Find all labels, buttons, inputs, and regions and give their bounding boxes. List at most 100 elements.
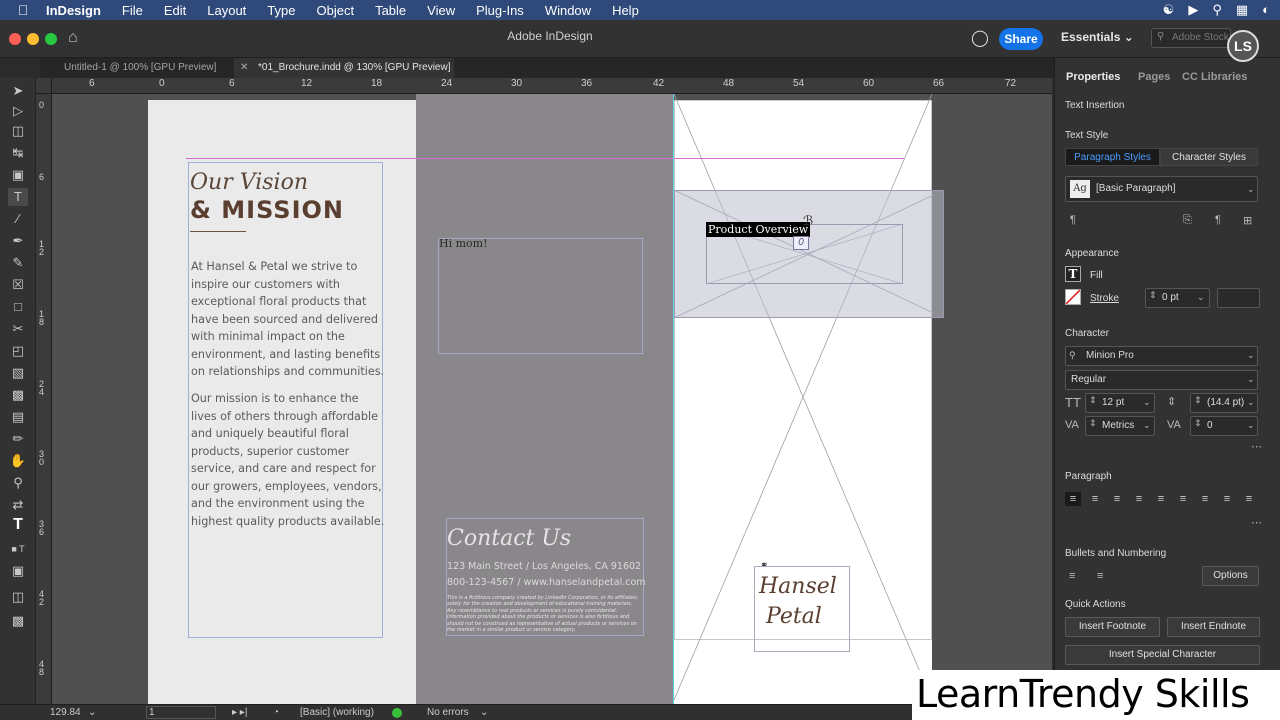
font-style-dropdown[interactable]: Regular bbox=[1065, 370, 1258, 390]
bullets-options-button[interactable]: Options bbox=[1202, 566, 1259, 586]
pen-tool-icon[interactable]: ✒ bbox=[8, 232, 28, 250]
lightbulb-icon[interactable]: ◯ bbox=[971, 28, 989, 48]
link-icon[interactable]: ⚭ bbox=[760, 560, 768, 571]
justify-all-icon[interactable]: ≡ bbox=[1197, 492, 1213, 506]
menu-app-name[interactable]: InDesign bbox=[46, 3, 101, 18]
page-tool-icon[interactable]: ◫ bbox=[8, 122, 28, 140]
formatting-affects-text-icon[interactable]: T bbox=[8, 516, 28, 534]
menu-help[interactable]: Help bbox=[612, 3, 639, 18]
close-tab-icon[interactable]: ✕ bbox=[240, 58, 248, 78]
screen-mode-icon[interactable]: ◫ bbox=[8, 588, 28, 606]
justify-left-icon[interactable]: ≡ bbox=[1131, 492, 1147, 506]
insert-special-character-button[interactable]: Insert Special Character bbox=[1065, 645, 1260, 665]
more-options-icon[interactable]: ⋯ bbox=[1251, 516, 1262, 529]
paragraph-styles-tab[interactable]: Paragraph Styles bbox=[1065, 148, 1160, 166]
stepper-icon[interactable]: ⇕ bbox=[1089, 395, 1097, 406]
hand-tool-icon[interactable]: ✋ bbox=[8, 452, 28, 470]
menu-object[interactable]: Object bbox=[317, 3, 355, 18]
document-canvas[interactable]: Our Vision & MISSION At Hansel & Petal w… bbox=[52, 94, 1052, 704]
gradient-feather-tool-icon[interactable]: ▩ bbox=[8, 386, 28, 404]
free-transform-tool-icon[interactable]: ◰ bbox=[8, 342, 28, 360]
note-tool-icon[interactable]: ▤ bbox=[8, 408, 28, 426]
insert-footnote-button[interactable]: Insert Footnote bbox=[1065, 617, 1160, 637]
chevron-down-icon[interactable]: ⌄ bbox=[1247, 350, 1255, 361]
content-collector-icon[interactable]: ▣ bbox=[8, 166, 28, 184]
chevron-down-icon[interactable]: ⌄ bbox=[1247, 420, 1255, 431]
chevron-down-icon[interactable]: ⌄ bbox=[480, 707, 488, 718]
clear-overrides-icon[interactable]: ¶ bbox=[1215, 214, 1221, 226]
page-nav-icon[interactable]: ▸ ▸| bbox=[232, 707, 247, 718]
chevron-down-icon[interactable]: ⌄ bbox=[1247, 374, 1255, 385]
character-styles-tab[interactable]: Character Styles bbox=[1160, 148, 1258, 166]
stepper-icon[interactable]: ⇕ bbox=[1149, 290, 1157, 301]
search-icon[interactable]: ⚲ bbox=[1212, 2, 1222, 18]
sync-icon[interactable]: ◔ bbox=[273, 707, 279, 718]
gap-tool-icon[interactable]: ↹ bbox=[8, 144, 28, 162]
tab-properties[interactable]: Properties bbox=[1066, 71, 1120, 83]
tab-pages[interactable]: Pages bbox=[1138, 71, 1170, 83]
menu-type[interactable]: Type bbox=[267, 3, 295, 18]
horizontal-ruler[interactable]: 6 0 6 12 18 24 30 36 42 48 54 60 66 72 bbox=[52, 78, 1052, 94]
justify-right-icon[interactable]: ≡ bbox=[1175, 492, 1191, 506]
numbered-list-icon[interactable]: ≡ bbox=[1097, 570, 1103, 582]
rectangle-tool-icon[interactable]: □ bbox=[8, 298, 28, 316]
line-tool-icon[interactable]: ∕ bbox=[8, 210, 28, 228]
chevron-down-icon[interactable]: ⌄ bbox=[88, 707, 96, 718]
font-family-dropdown[interactable]: Minion Pro bbox=[1065, 346, 1258, 366]
stroke-swatch-icon[interactable] bbox=[1065, 289, 1081, 305]
more-options-icon[interactable]: ⋯ bbox=[1251, 440, 1262, 453]
fill-swatch-icon[interactable]: T bbox=[1065, 266, 1081, 282]
menu-edit[interactable]: Edit bbox=[164, 3, 186, 18]
align-toward-spine-icon[interactable]: ≡ bbox=[1219, 492, 1235, 506]
bulleted-list-icon[interactable]: ≡ bbox=[1069, 570, 1075, 582]
menu-plugins[interactable]: Plug-Ins bbox=[476, 3, 524, 18]
gradient-tool-icon[interactable]: ▧ bbox=[8, 364, 28, 382]
pilcrow-icon[interactable]: ¶ bbox=[1070, 214, 1076, 226]
preflight-errors[interactable]: No errors bbox=[427, 707, 469, 718]
direct-selection-tool-icon[interactable]: ▷ bbox=[8, 102, 28, 120]
ruler-origin[interactable] bbox=[36, 78, 52, 94]
pencil-tool-icon[interactable]: ✎ bbox=[8, 254, 28, 272]
overset-text-marker[interactable]: 0 bbox=[793, 236, 809, 250]
chevron-down-icon[interactable]: ⌄ bbox=[1197, 292, 1205, 303]
menu-file[interactable]: File bbox=[122, 3, 143, 18]
stroke-type-dropdown[interactable] bbox=[1217, 288, 1260, 308]
tab-brochure[interactable]: ✕ *01_Brochure.indd @ 130% [GPU Preview] bbox=[234, 58, 454, 78]
align-center-icon[interactable]: ≡ bbox=[1087, 492, 1103, 506]
stepper-icon[interactable]: ⇕ bbox=[1194, 418, 1202, 429]
new-style-icon[interactable]: ⊞ bbox=[1243, 214, 1252, 227]
stroke-label[interactable]: Stroke bbox=[1090, 293, 1119, 304]
align-away-spine-icon[interactable]: ≡ bbox=[1241, 492, 1257, 506]
workspace-switcher[interactable]: Essentials ⌄ bbox=[1061, 30, 1134, 44]
swap-fill-stroke-icon[interactable]: ⇄ bbox=[8, 496, 28, 514]
share-button[interactable]: Share bbox=[999, 28, 1043, 50]
preview-mode-icon[interactable]: ▣ bbox=[8, 562, 28, 580]
page-number-field[interactable]: 1 bbox=[146, 706, 216, 719]
apply-color-icon[interactable]: ■ T bbox=[8, 540, 28, 558]
play-icon[interactable]: ▶ bbox=[1188, 2, 1198, 18]
align-right-icon[interactable]: ≡ bbox=[1109, 492, 1125, 506]
stepper-icon[interactable]: ⇕ bbox=[1194, 395, 1202, 406]
vertical-ruler[interactable]: 0 6 1 2 1 8 2 4 3 0 3 6 4 2 4 8 bbox=[36, 94, 52, 704]
control-center-icon[interactable]: ▦ bbox=[1236, 2, 1248, 18]
stepper-icon[interactable]: ⇕ bbox=[1089, 418, 1097, 429]
creative-cloud-icon[interactable]: ☯ bbox=[1163, 2, 1175, 18]
selection-tool-icon[interactable]: ➤ bbox=[8, 82, 28, 100]
text-frame-himom[interactable] bbox=[438, 238, 643, 354]
tab-untitled[interactable]: Untitled-1 @ 100% [GPU Preview] bbox=[40, 58, 240, 78]
menu-table[interactable]: Table bbox=[375, 3, 406, 18]
chevron-down-icon[interactable]: ⌄ bbox=[1247, 397, 1255, 408]
sync-style-icon[interactable]: ⎘ bbox=[1183, 214, 1192, 227]
zoom-tool-icon[interactable]: ⚲ bbox=[8, 474, 28, 492]
fill-label[interactable]: Fill bbox=[1090, 270, 1103, 281]
product-overview-text[interactable]: Product Overview bbox=[706, 222, 811, 237]
chevron-down-icon[interactable]: ⌄ bbox=[1143, 420, 1151, 431]
zoom-level[interactable]: 129.84 bbox=[50, 707, 81, 718]
apple-menu-icon[interactable]:  bbox=[0, 2, 46, 18]
siri-icon[interactable]: ◐ bbox=[1262, 2, 1270, 18]
preflight-profile[interactable]: [Basic] (working) bbox=[300, 707, 374, 718]
type-tool-icon[interactable]: T bbox=[8, 188, 28, 206]
menu-view[interactable]: View bbox=[427, 3, 455, 18]
rectangle-frame-tool-icon[interactable]: ☒ bbox=[8, 276, 28, 294]
menu-layout[interactable]: Layout bbox=[207, 3, 246, 18]
